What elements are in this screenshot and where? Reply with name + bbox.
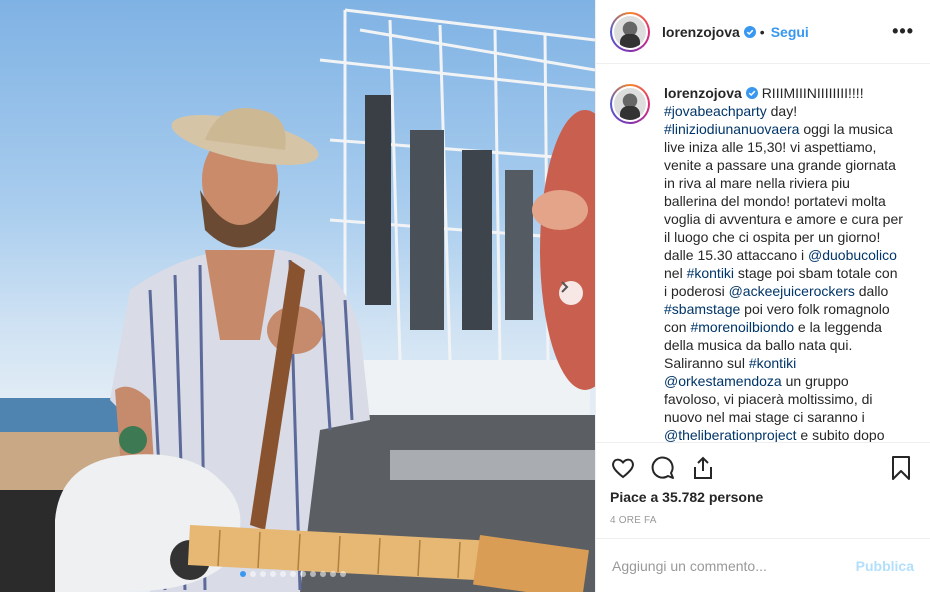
avatar-image <box>614 88 646 120</box>
comment-bubble-icon[interactable] <box>650 455 676 481</box>
caption-text-segment: oggi la musica live iniza alle 15,30! vi… <box>664 121 903 263</box>
caption-tag-link[interactable]: #liniziodiunanuovaera <box>664 121 799 137</box>
post-actions: Piace a 35.782 persone 4 ORE FA <box>596 442 930 542</box>
carousel-dot <box>250 571 256 577</box>
post-header: lorenzojova • Segui ••• <box>596 0 930 64</box>
carousel-dot <box>240 571 246 577</box>
caption-tag-link[interactable]: @ackeejuicerockers <box>729 283 855 299</box>
carousel-dot <box>320 571 326 577</box>
heart-icon[interactable] <box>610 455 636 481</box>
post-photo[interactable] <box>0 0 595 592</box>
carousel-indicator <box>240 571 346 577</box>
caption-text-segment: e subito dopo <box>796 427 885 442</box>
share-icon[interactable] <box>690 455 716 481</box>
caption-text-segment: dallo <box>854 283 889 299</box>
separator-dot: • <box>759 23 765 40</box>
carousel-dot <box>290 571 296 577</box>
comments-area: lorenzojova RIIIMIIINIIIIIIII!!!! #jovab… <box>596 64 930 442</box>
verified-badge-icon <box>743 25 756 38</box>
caption-tag-link[interactable]: #kontiki <box>749 355 796 371</box>
instagram-post-modal: lorenzojova • Segui ••• lorenzojova RIII… <box>0 0 930 592</box>
chevron-right-icon <box>561 281 569 293</box>
caption-avatar[interactable] <box>610 84 650 124</box>
more-options-button[interactable]: ••• <box>892 21 914 42</box>
avatar[interactable] <box>610 11 650 52</box>
caption-tag-link[interactable]: #jovabeachparty <box>664 103 767 119</box>
post-caption: lorenzojova RIIIMIIINIIIIIIII!!!! #jovab… <box>664 84 904 442</box>
carousel-dot <box>260 571 266 577</box>
concert-photo-illustration <box>0 8 595 592</box>
caption-text: RIIIMIIINIIIIIIII!!!! #jovabeachparty da… <box>664 85 903 442</box>
caption-tag-link[interactable]: @duobucolico <box>808 247 897 263</box>
caption-tag-link[interactable]: @orkestamendoza <box>664 373 782 389</box>
caption-tag-link[interactable]: #morenoilbiondo <box>690 319 794 335</box>
caption-text-segment: day! <box>766 103 798 119</box>
comment-input[interactable]: Aggiungi un commento... <box>612 558 856 574</box>
bookmark-icon[interactable] <box>888 455 914 481</box>
caption-tag-link[interactable]: #sbamstage <box>664 301 740 317</box>
carousel-dot <box>340 571 346 577</box>
carousel-dot <box>270 571 276 577</box>
verified-badge-icon <box>745 87 758 99</box>
caption-username[interactable]: lorenzojova <box>664 85 742 101</box>
carousel-dot <box>330 571 336 577</box>
likes-count[interactable]: Piace a 35.782 persone <box>610 489 914 505</box>
follow-button[interactable]: Segui <box>771 24 809 40</box>
caption-tag-link[interactable]: #kontiki <box>687 265 734 281</box>
header-username[interactable]: lorenzojova <box>662 24 740 40</box>
carousel-next-button[interactable] <box>559 281 583 305</box>
post-side-panel: lorenzojova • Segui ••• lorenzojova RIII… <box>595 0 930 592</box>
caption-text-segment: RIIIMIIINIIIIIIII!!!! <box>761 85 864 101</box>
publish-button[interactable]: Pubblica <box>856 558 914 574</box>
add-comment-bar: Aggiungi un commento... Pubblica <box>596 538 930 592</box>
avatar-image <box>614 15 646 48</box>
action-icons <box>610 455 914 481</box>
caption-text-segment: nel <box>664 265 687 281</box>
carousel-dot <box>310 571 316 577</box>
carousel-dot <box>300 571 306 577</box>
carousel-dot <box>280 571 286 577</box>
caption-tag-link[interactable]: @theliberationproject <box>664 427 797 442</box>
post-timestamp[interactable]: 4 ORE FA <box>610 515 914 526</box>
